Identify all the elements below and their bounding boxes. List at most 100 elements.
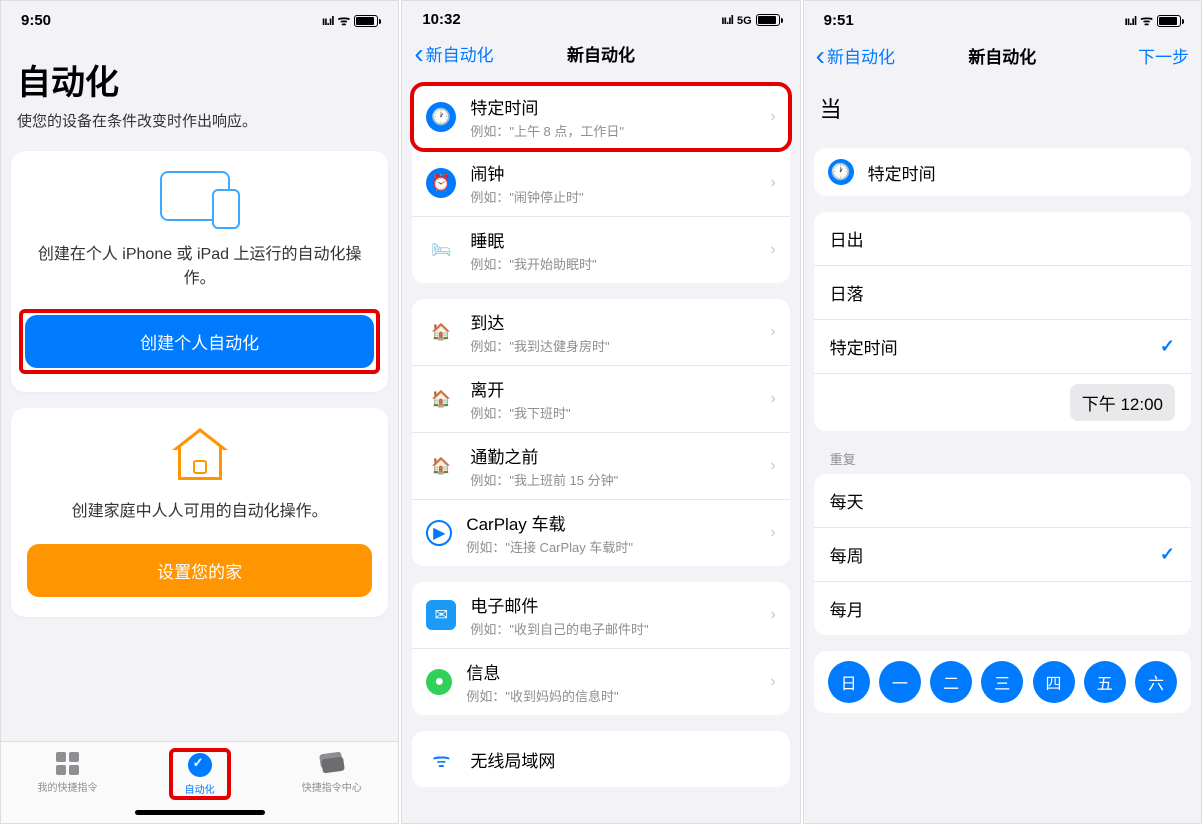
battery-icon xyxy=(756,14,780,26)
option-sunset[interactable]: 日落 xyxy=(814,266,1191,320)
row-sleep[interactable]: 🛏 睡眠例如："我开始助眠时" › xyxy=(412,217,789,283)
day-tue[interactable]: 二 xyxy=(930,661,972,703)
comm-group: ✉ 电子邮件例如："收到自己的电子邮件时" › ● 信息例如："收到妈妈的信息时… xyxy=(412,582,789,715)
row-subtitle: 例如："闹钟停止时" xyxy=(470,187,756,206)
row-title: CarPlay 车载 xyxy=(466,510,756,535)
back-label: 新自动化 xyxy=(426,41,494,66)
signal-icon xyxy=(1125,12,1137,29)
time-value[interactable]: 下午 12:00 xyxy=(1070,384,1175,421)
chevron-icon: › xyxy=(770,174,775,192)
row-subtitle: 例如："收到自己的电子邮件时" xyxy=(470,619,756,638)
row-message[interactable]: ● 信息例如："收到妈妈的信息时" › xyxy=(412,649,789,715)
row-subtitle: 例如："我开始助眠时" xyxy=(470,254,756,273)
setup-home-button[interactable]: 设置您的家 xyxy=(27,544,372,597)
row-wifi[interactable]: ᯤ 无线局域网 xyxy=(412,731,789,787)
repeat-monthly[interactable]: 每月 xyxy=(814,582,1191,635)
tab-automation-label: 自动化 xyxy=(185,781,215,796)
signal-icon xyxy=(721,11,733,28)
repeat-weekly[interactable]: 每周 ✓ xyxy=(814,528,1191,582)
tab-shortcuts-label: 我的快捷指令 xyxy=(38,779,98,794)
status-time: 10:32 xyxy=(422,11,460,28)
personal-automation-card: 创建在个人 iPhone 或 iPad 上运行的自动化操作。 创建个人自动化 xyxy=(11,151,388,392)
day-sun[interactable]: 日 xyxy=(828,661,870,703)
status-bar: 9:50 xyxy=(1,1,398,35)
chevron-icon: › xyxy=(770,241,775,259)
row-commute[interactable]: 🏠 通勤之前例如："我上班前 15 分钟" › xyxy=(412,433,789,500)
create-personal-button[interactable]: 创建个人自动化 xyxy=(25,315,374,368)
row-title: 到达 xyxy=(470,309,756,334)
repeat-label: 每天 xyxy=(830,488,864,513)
day-thu[interactable]: 四 xyxy=(1033,661,1075,703)
option-specific-time[interactable]: 特定时间 ✓ xyxy=(814,320,1191,374)
chevron-icon: › xyxy=(770,673,775,691)
chevron-icon: › xyxy=(770,323,775,341)
message-icon: ● xyxy=(426,669,452,695)
status-bar: 9:51 xyxy=(804,1,1201,35)
clock-icon: 🕐 xyxy=(828,159,854,185)
row-carplay[interactable]: ▶ CarPlay 车载例如："连接 CarPlay 车载时" › xyxy=(412,500,789,566)
row-subtitle: 例如："收到妈妈的信息时" xyxy=(466,686,756,705)
network-group: ᯤ 无线局域网 xyxy=(412,731,789,787)
location-group: 🏠 到达例如："我到达健身房时" › 🏠 离开例如："我下班时" › 🏠 通勤之… xyxy=(412,299,789,566)
automation-icon xyxy=(187,752,213,778)
status-time: 9:51 xyxy=(824,12,854,29)
repeat-label: 每周 xyxy=(830,542,864,567)
time-picker-row[interactable]: 下午 12:00 xyxy=(814,374,1191,431)
day-sat[interactable]: 六 xyxy=(1135,661,1177,703)
clock-icon: 🕐 xyxy=(426,102,456,132)
leave-icon: 🏠 xyxy=(426,384,456,414)
back-button[interactable]: 新自动化 xyxy=(414,41,493,66)
tab-shortcuts[interactable]: 我的快捷指令 xyxy=(38,750,98,794)
wifi-icon xyxy=(1140,11,1153,30)
tab-gallery[interactable]: 快捷指令中心 xyxy=(302,750,362,794)
selected-trigger-label: 特定时间 xyxy=(868,160,936,185)
highlight-box: 创建个人自动化 xyxy=(21,311,378,372)
row-subtitle: 例如："连接 CarPlay 车载时" xyxy=(466,537,756,556)
day-fri[interactable]: 五 xyxy=(1084,661,1126,703)
option-label: 特定时间 xyxy=(830,334,898,359)
day-selector: 日 一 二 三 四 五 六 xyxy=(814,651,1191,713)
page-title: 自动化 xyxy=(17,55,382,104)
row-alarm[interactable]: ⏰ 闹钟例如："闹钟停止时" › xyxy=(412,150,789,217)
battery-icon xyxy=(1157,15,1181,27)
chevron-icon: › xyxy=(770,606,775,624)
repeat-daily[interactable]: 每天 xyxy=(814,474,1191,528)
bed-icon: 🛏 xyxy=(426,235,456,265)
row-specific-time[interactable]: 🕐 特定时间 例如："上午 8 点，工作日" › xyxy=(412,84,789,150)
time-group-rest: ⏰ 闹钟例如："闹钟停止时" › 🛏 睡眠例如："我开始助眠时" › xyxy=(412,150,789,283)
row-leave[interactable]: 🏠 离开例如："我下班时" › xyxy=(412,366,789,433)
check-icon: ✓ xyxy=(1160,544,1175,565)
check-icon: ✓ xyxy=(1160,336,1175,357)
home-card-text: 创建家庭中人人可用的自动化操作。 xyxy=(27,500,372,524)
row-title: 电子邮件 xyxy=(470,592,756,617)
wifi-icon xyxy=(338,11,351,30)
back-button[interactable]: 新自动化 xyxy=(816,43,895,68)
repeat-section-label: 重复 xyxy=(804,431,1201,474)
row-email[interactable]: ✉ 电子邮件例如："收到自己的电子邮件时" › xyxy=(412,582,789,649)
chevron-icon: › xyxy=(770,457,775,475)
tab-automation[interactable]: 自动化 xyxy=(171,750,229,798)
repeat-group: 每天 每周 ✓ 每月 xyxy=(814,474,1191,635)
alarm-icon: ⏰ xyxy=(426,168,456,198)
home-icon xyxy=(172,428,228,484)
row-title: 通勤之前 xyxy=(470,443,756,468)
option-sunrise[interactable]: 日出 xyxy=(814,212,1191,266)
screen-new-automation-list: 10:32 新自动化 新自动化 🕐 特定时间 例如："上午 8 点，工作日" ›… xyxy=(401,0,800,824)
status-icons xyxy=(721,11,779,28)
battery-icon xyxy=(354,15,378,27)
day-wed[interactable]: 三 xyxy=(981,661,1023,703)
nav-bar: 新自动化 新自动化 下一步 xyxy=(804,35,1201,76)
trigger-summary: 🕐 特定时间 xyxy=(814,148,1191,196)
chevron-icon: › xyxy=(770,108,775,126)
time-trigger-group: 🕐 特定时间 例如："上午 8 点，工作日" › xyxy=(412,84,789,150)
next-button[interactable]: 下一步 xyxy=(1138,43,1189,68)
row-title: 闹钟 xyxy=(470,160,756,185)
option-label: 日出 xyxy=(830,226,864,251)
tab-gallery-label: 快捷指令中心 xyxy=(302,779,362,794)
nav-title: 新自动化 xyxy=(567,41,635,66)
row-title: 无线局域网 xyxy=(470,747,775,772)
day-mon[interactable]: 一 xyxy=(879,661,921,703)
row-title: 信息 xyxy=(466,659,756,684)
home-automation-card: 创建家庭中人人可用的自动化操作。 设置您的家 xyxy=(11,408,388,617)
row-arrive[interactable]: 🏠 到达例如："我到达健身房时" › xyxy=(412,299,789,366)
